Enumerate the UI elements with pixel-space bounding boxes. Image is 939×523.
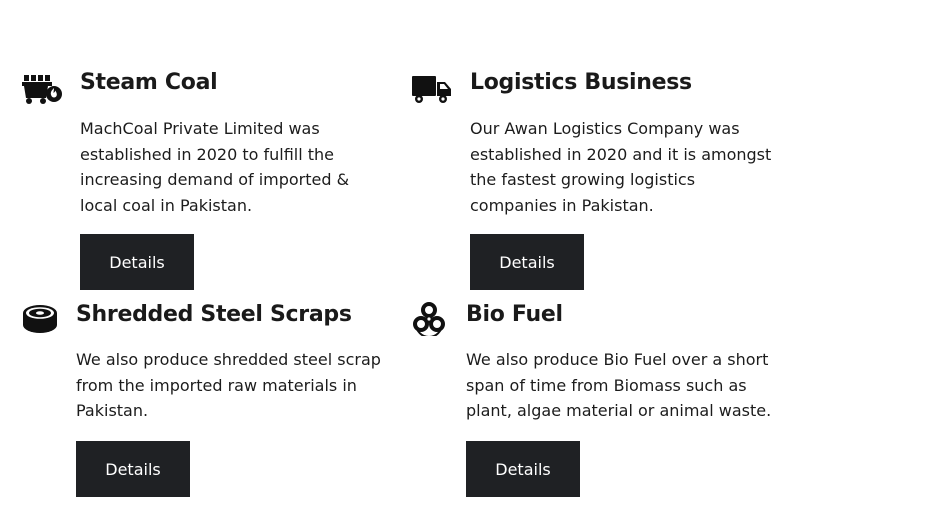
service-description: Our Awan Logistics Company was establish… — [470, 119, 772, 215]
service-description: We also produce shredded steel scrap fro… — [76, 350, 381, 421]
details-button[interactable]: Details — [470, 234, 584, 290]
service-title: Bio Fuel — [466, 302, 563, 327]
service-card-logistics-business: Logistics Business Our Awan Logistics Co… — [412, 70, 771, 292]
service-card-steam-coal: Steam Coal MachCoal Private Limited was … — [22, 70, 362, 292]
service-description: MachCoal Private Limited was established… — [80, 119, 350, 215]
truck-icon — [412, 72, 452, 106]
details-button[interactable]: Details — [466, 441, 580, 497]
details-button[interactable]: Details — [80, 234, 194, 290]
service-title: Steam Coal — [80, 70, 218, 95]
coal-cart-fire-icon — [22, 72, 62, 106]
service-title: Logistics Business — [470, 70, 692, 95]
service-card-bio-fuel: Bio Fuel We also produce Bio Fuel over a… — [412, 302, 771, 498]
service-title: Shredded Steel Scraps — [76, 302, 352, 327]
service-card-shredded-steel-scraps: Shredded Steel Scraps We also produce sh… — [22, 302, 381, 498]
details-button[interactable]: Details — [76, 441, 190, 497]
service-description: We also produce Bio Fuel over a short sp… — [466, 350, 772, 421]
steel-coil-icon — [22, 302, 62, 336]
biohazard-icon — [412, 302, 452, 336]
